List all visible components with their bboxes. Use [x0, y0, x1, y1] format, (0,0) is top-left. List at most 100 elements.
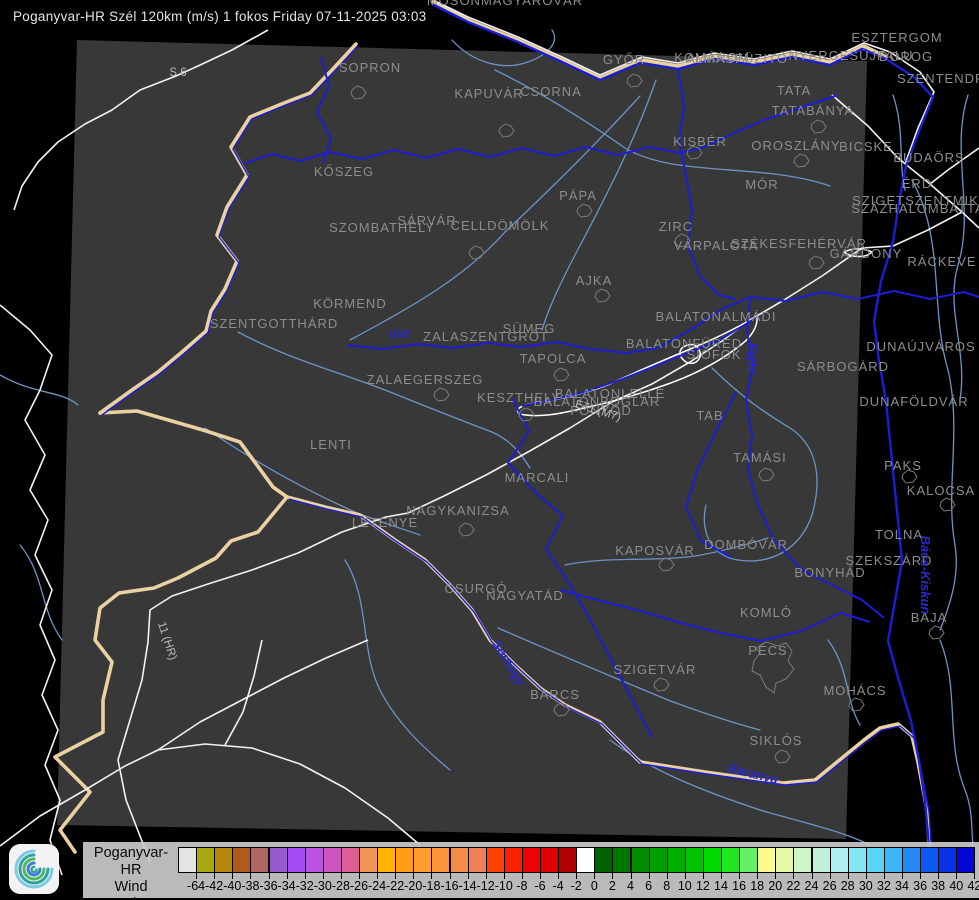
legend-color-cell: [196, 847, 215, 873]
legend-tick-label: -18: [422, 879, 440, 893]
city-label: MOHÁCS: [823, 683, 886, 698]
legend-color-cell: [323, 847, 342, 873]
city-label: LETENYE: [352, 515, 418, 530]
legend-tick-label: -34: [278, 879, 296, 893]
city-label: SÁRVÁR: [397, 213, 456, 228]
city-label: GÁRDONY: [830, 246, 903, 261]
legend-color-cell: [359, 847, 378, 873]
legend-tick-label: -64: [187, 879, 205, 893]
legend-color-cell: [269, 847, 288, 873]
legend-tick-label: 42: [967, 879, 979, 893]
legend-color-cell: [649, 847, 668, 873]
legend-color-cell: [956, 847, 975, 873]
weather-map-screen: MOSONMAGYARÓVÁRSOPRONKAPUVÁRCSORNAGYŐRKO…: [0, 0, 979, 900]
legend-tick-label: 14: [714, 879, 728, 893]
city-label: SZENTGOTTHÁRD: [210, 316, 339, 331]
city-label: DOROG: [879, 49, 933, 64]
city-label: RÁCKEVE: [907, 254, 976, 269]
city-label: PÉCS: [748, 643, 787, 658]
city-label: ZIRC: [659, 219, 693, 234]
legend-color-cell: [468, 847, 487, 873]
legend-tick-label: -32: [296, 879, 314, 893]
city-label: SIKLÓS: [750, 733, 803, 748]
legend-tick-label: -42: [205, 879, 223, 893]
legend-tick-label: 36: [913, 879, 927, 893]
legend-color-cell: [178, 847, 197, 873]
legend-variable: Wind: [85, 879, 177, 896]
legend-color-cell: [721, 847, 740, 873]
city-label: TAMÁSI: [733, 450, 786, 465]
legend-tick-label: 26: [823, 879, 837, 893]
legend-tick-label: -16: [440, 879, 458, 893]
legend-tick-label: 8: [663, 879, 670, 893]
area-label: Fejér: [745, 342, 760, 374]
city-label: DUNAFÖLDVÁR: [859, 394, 968, 409]
legend-color-cell: [214, 847, 233, 873]
legend-color-cell: [431, 847, 450, 873]
legend-tick-label: 6: [645, 879, 652, 893]
legend-color-cell: [395, 847, 414, 873]
legend-tick-label: 40: [949, 879, 963, 893]
city-label: KALOCSA: [907, 483, 975, 498]
legend-color-cell: [522, 847, 541, 873]
city-label: KISBÉR: [673, 134, 727, 149]
legend-color-cell: [757, 847, 776, 873]
legend-tick-label: -4: [553, 879, 564, 893]
legend-color-cell: [377, 847, 396, 873]
legend-color-cell: [830, 847, 849, 873]
legend-color-cell: [793, 847, 812, 873]
legend-color-cell: [902, 847, 921, 873]
legend-color-cell: [848, 847, 867, 873]
legend-tick-label: 24: [805, 879, 819, 893]
legend-tick-label: -22: [386, 879, 404, 893]
legend-color-cell: [703, 847, 722, 873]
city-label: BUDAÖRS: [893, 150, 964, 165]
city-label: TAPOLCA: [520, 351, 587, 366]
city-label: SZENTENDRE: [897, 71, 979, 86]
city-label: TATABÁNYA: [772, 103, 854, 118]
city-label: ÉRD: [902, 176, 932, 191]
legend-color-cell: [450, 847, 469, 873]
city-label: DUNAÚJVÁROS: [866, 339, 975, 354]
city-label: KAPOSVÁR: [615, 543, 695, 558]
weather-map: MOSONMAGYARÓVÁRSOPRONKAPUVÁRCSORNAGYŐRKO…: [0, 0, 979, 900]
legend-color-cell: [305, 847, 324, 873]
legend-tick-label: -38: [241, 879, 259, 893]
legend-color-cell: [287, 847, 306, 873]
city-label: BALATONALMÁDI: [656, 309, 777, 324]
legend-tick-label: 4: [627, 879, 634, 893]
city-label: NAGYKANIZSA: [406, 503, 509, 518]
legend-tick-label: 2: [609, 879, 616, 893]
city-label: MOSONMAGYARÓVÁR: [427, 0, 583, 8]
legend-tick-label: 0: [591, 879, 598, 893]
legend-color-cell: [920, 847, 939, 873]
city-label: GYŐR: [603, 52, 645, 67]
legend-color-cell: [884, 847, 903, 873]
city-label: KŐSZEG: [314, 164, 374, 179]
legend-color-cell: [667, 847, 686, 873]
city-label: LENTI: [310, 437, 352, 452]
legend-color-cell: [341, 847, 360, 873]
legend-tick-label: -8: [516, 879, 527, 893]
app-logo: [9, 844, 59, 894]
legend-color-cell: [558, 847, 577, 873]
model-domain-area: [57, 40, 867, 839]
legend-color-cell: [413, 847, 432, 873]
legend-color-cell: [232, 847, 251, 873]
legend-tick-label: 10: [678, 879, 692, 893]
city-label: SIÓFOK: [686, 347, 741, 362]
area-label: Bács-Kiskun: [918, 536, 933, 615]
city-label: CSORNA: [520, 84, 582, 99]
legend-color-cell: [938, 847, 957, 873]
legend-color-cell: [631, 847, 650, 873]
legend-units: m/s: [85, 896, 177, 900]
legend-color-cell: [812, 847, 831, 873]
city-label: BONYHÁD: [794, 565, 865, 580]
legend-color-cell: [250, 847, 269, 873]
city-label: NAGYATÁD: [486, 588, 564, 603]
legend-tick-label: -28: [332, 879, 350, 893]
city-label: KOMLÓ: [740, 605, 792, 620]
area-label: Vas: [387, 325, 412, 343]
city-label: PÁPA: [559, 188, 597, 203]
legend-tick-label: -30: [314, 879, 332, 893]
